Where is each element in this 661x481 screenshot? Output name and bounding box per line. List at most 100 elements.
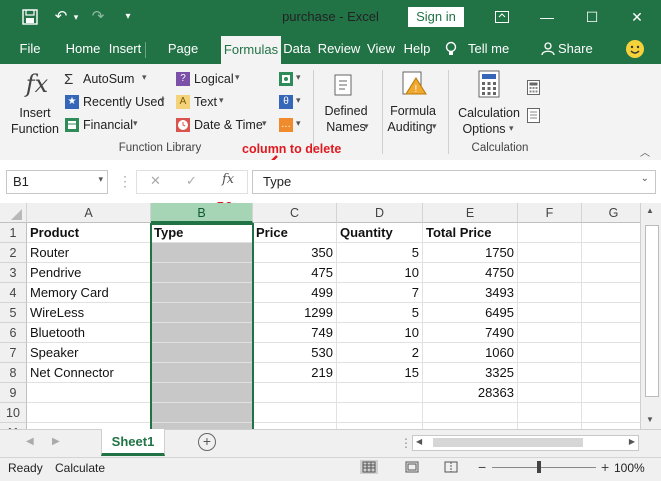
column-header-g[interactable]: G [582,203,640,223]
tab-view[interactable]: View [364,34,398,64]
cell[interactable]: 2 [337,343,423,363]
scroll-thumb[interactable] [645,225,659,397]
cell[interactable] [151,263,253,283]
autosum-dropdown-icon[interactable]: ▾ [142,72,147,83]
tab-home[interactable]: Home [62,34,104,64]
cell[interactable] [27,383,151,403]
cell[interactable]: Memory Card [27,283,151,303]
cell[interactable] [337,403,423,423]
sheet-nav-prev-icon[interactable]: ◀ [26,436,34,447]
calculation-options-label[interactable]: Calculation [456,106,522,120]
row-header[interactable]: 4 [0,283,27,303]
select-all-corner[interactable] [0,203,27,223]
cell[interactable] [27,403,151,423]
vertical-scrollbar[interactable]: ▲ ▼ [640,203,661,429]
tab-formulas[interactable]: Formulas [221,36,281,64]
status-calculate[interactable]: Calculate [55,461,105,475]
column-header-a[interactable]: A [27,203,151,223]
tab-page-layout[interactable]: Page Layout [147,34,219,86]
cell[interactable]: 350 [253,243,337,263]
worksheet-grid[interactable]: A B C D E F G 1 Product Type Price Quant… [0,203,640,429]
logical-dropdown-icon[interactable]: ▾ [235,72,240,83]
cell[interactable]: 10 [337,263,423,283]
cell[interactable] [151,403,253,423]
cell[interactable]: Quantity [337,223,423,243]
recently-used-dropdown-icon[interactable]: ▾ [160,95,165,106]
cell[interactable]: 1060 [423,343,518,363]
zoom-level[interactable]: 100% [614,461,645,475]
calculation-options-label-2[interactable]: Options [456,122,512,136]
defined-names-icon[interactable] [331,72,357,98]
cell[interactable]: Net Connector [27,363,151,383]
close-icon[interactable]: ✕ [617,0,657,34]
text-dropdown-icon[interactable]: ▾ [219,95,224,106]
text-button[interactable]: Text [194,95,217,109]
undo-icon[interactable]: ↶ [50,0,72,34]
recently-used-button[interactable]: Recently Used [83,95,164,109]
cell[interactable]: 28363 [423,383,518,403]
insert-function-label-2[interactable]: Function [8,122,62,136]
cell[interactable] [337,383,423,403]
calculation-options-dropdown-icon[interactable]: ▾ [509,123,514,134]
smiley-icon[interactable] [626,40,644,58]
cell[interactable]: 530 [253,343,337,363]
tab-data[interactable]: Data [282,34,312,64]
horizontal-scroll-thumb[interactable] [433,438,583,447]
logical-button[interactable]: Logical [194,72,234,86]
cell[interactable] [518,223,582,243]
cell[interactable] [582,283,640,303]
cell[interactable] [253,383,337,403]
cell[interactable]: Pendrive [27,263,151,283]
autosum-icon[interactable]: Σ [64,71,73,88]
row-header[interactable]: 1 [0,223,27,243]
cell[interactable]: 3493 [423,283,518,303]
cell[interactable]: 5 [337,243,423,263]
column-header-c[interactable]: C [253,203,337,223]
zoom-in-icon[interactable]: + [601,459,609,475]
share-button[interactable]: Share [558,34,594,64]
cell[interactable]: Price [253,223,337,243]
quick-access-customize-icon[interactable]: ▾ [120,0,136,34]
name-box[interactable]: B1 ▾ [6,170,108,194]
sheet-tab-sheet1[interactable]: Sheet1 [101,429,165,456]
defined-names-dropdown-icon[interactable]: ▾ [364,121,369,132]
insert-function-fx-icon[interactable]: fx [222,172,234,187]
cell[interactable] [151,323,253,343]
cell[interactable]: Total Price [423,223,518,243]
cell[interactable]: Speaker [27,343,151,363]
normal-view-icon[interactable] [360,460,378,474]
insert-function-label[interactable]: Insert [8,106,62,120]
row-header[interactable]: 9 [0,383,27,403]
cell[interactable] [423,403,518,423]
enter-check-icon[interactable]: ✓ [186,173,197,189]
cell[interactable] [151,303,253,323]
cell[interactable]: 5 [337,303,423,323]
save-icon[interactable] [20,0,40,38]
formula-auditing-dropdown-icon[interactable]: ▾ [432,121,437,132]
scroll-down-icon[interactable]: ▼ [646,415,654,424]
math-dropdown-icon[interactable]: ▾ [296,95,301,106]
redo-icon[interactable]: ↷ [88,0,108,34]
tab-insert[interactable]: Insert [106,34,144,64]
row-header[interactable]: 8 [0,363,27,383]
cell[interactable]: 1750 [423,243,518,263]
cell[interactable] [582,243,640,263]
zoom-slider-thumb[interactable] [537,461,541,473]
cell[interactable]: Bluetooth [27,323,151,343]
lightbulb-icon[interactable] [442,34,460,64]
cell[interactable] [518,243,582,263]
maximize-icon[interactable]: ☐ [572,0,612,34]
formula-auditing-label[interactable]: Formula [386,104,440,118]
tab-help[interactable]: Help [400,34,434,64]
undo-dropdown-icon[interactable]: ▾ [70,0,82,34]
cell[interactable] [582,323,640,343]
page-layout-view-icon[interactable] [403,460,421,474]
cell[interactable] [151,363,253,383]
row-header[interactable]: 2 [0,243,27,263]
cell[interactable] [151,283,253,303]
cell[interactable]: 475 [253,263,337,283]
scroll-right-icon[interactable]: ▶ [629,437,635,446]
column-header-f[interactable]: F [518,203,582,223]
cell[interactable] [518,403,582,423]
scroll-left-icon[interactable]: ◀ [416,437,422,446]
